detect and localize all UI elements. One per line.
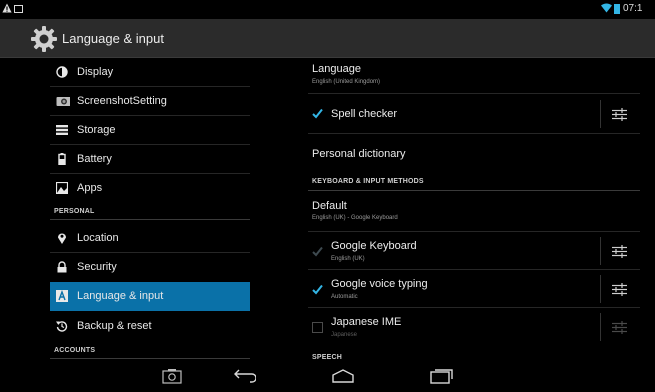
setting-title: Google voice typing — [331, 278, 428, 290]
vertical-divider — [600, 313, 601, 341]
display-icon — [56, 66, 68, 78]
section-header-keyboard: KEYBOARD & INPUT METHODS — [312, 178, 424, 185]
section-divider — [308, 190, 640, 191]
section-divider — [50, 219, 250, 220]
settings-gear-icon[interactable] — [30, 25, 58, 53]
warning-icon — [2, 3, 12, 13]
backup-icon — [56, 321, 68, 332]
sidebar-item-label: ScreenshotSetting — [77, 95, 167, 107]
home-icon[interactable] — [330, 366, 356, 386]
sidebar-item-label: Display — [77, 66, 114, 78]
sliders-icon[interactable] — [612, 283, 627, 296]
setting-title: Spell checker — [331, 108, 398, 120]
sidebar-item-label: Apps — [77, 182, 103, 194]
checkbox-unchecked-icon[interactable] — [312, 322, 323, 333]
camera-icon — [56, 97, 70, 106]
sidebar-item-storage[interactable]: Storage — [50, 116, 250, 145]
setting-summary: English (UK) — [331, 256, 365, 262]
sidebar-item-display[interactable]: Display — [50, 58, 250, 87]
language-setting[interactable]: Language English (United Kingdom) — [308, 58, 640, 94]
sliders-icon[interactable] — [612, 108, 627, 121]
lock-icon — [57, 261, 67, 273]
wifi-icon — [601, 3, 612, 13]
setting-summary: Automatic — [331, 294, 358, 300]
sidebar-item-label: Language & input — [77, 290, 164, 302]
navigation-bar — [0, 360, 655, 392]
settings-headers-list: Display ScreenshotSetting Storage Batter… — [50, 58, 250, 360]
action-bar: Language & input — [0, 19, 655, 58]
setting-title: Personal dictionary — [312, 148, 406, 160]
setting-title: Japanese IME — [331, 316, 402, 328]
default-keyboard-setting[interactable]: Default English (UK) - Google Keyboard — [308, 194, 640, 232]
sidebar-item-apps[interactable]: Apps — [50, 174, 250, 203]
google-voice-typing-setting[interactable]: Google voice typing Automatic — [308, 270, 640, 308]
vertical-divider — [600, 100, 601, 128]
status-bar: 07:1 — [0, 0, 655, 19]
sidebar-item-label: Storage — [77, 124, 116, 136]
vertical-divider — [600, 275, 601, 303]
sliders-disabled-icon — [612, 321, 627, 334]
notification-icon — [14, 5, 23, 13]
android-screen: 07:1 Language & input Display Screenshot… — [0, 0, 655, 392]
spell-checker-setting[interactable]: Spell checker — [308, 94, 640, 134]
section-header-personal: PERSONAL — [54, 208, 95, 215]
sidebar-item-label: Backup & reset — [77, 320, 152, 332]
storage-icon — [56, 125, 68, 135]
checkbox-checked-disabled-icon — [312, 246, 323, 257]
sidebar-item-security[interactable]: Security — [50, 253, 250, 282]
recent-apps-icon[interactable] — [428, 366, 454, 386]
sidebar-item-backup-reset[interactable]: Backup & reset — [50, 312, 250, 341]
sidebar-item-screenshot-setting[interactable]: ScreenshotSetting — [50, 87, 250, 116]
sliders-icon[interactable] — [612, 245, 627, 258]
setting-summary: Japanese — [331, 332, 358, 338]
battery-icon — [614, 4, 620, 14]
checkbox-checked-icon[interactable] — [312, 108, 323, 119]
vertical-divider — [600, 237, 601, 265]
sidebar-item-label: Location — [77, 232, 119, 244]
back-icon[interactable] — [230, 366, 256, 386]
sidebar-item-label: Security — [77, 261, 117, 273]
sidebar-item-location[interactable]: Location — [50, 224, 250, 253]
battery-icon — [58, 153, 66, 165]
language-input-settings: Language English (United Kingdom) Spell … — [308, 58, 640, 361]
setting-summary: English (United Kingdom) — [312, 79, 381, 85]
section-header-accounts: ACCOUNTS — [54, 347, 96, 354]
personal-dictionary-setting[interactable]: Personal dictionary — [308, 134, 640, 170]
sidebar-item-battery[interactable]: Battery — [50, 145, 250, 174]
setting-title: Default — [312, 200, 347, 212]
screenshot-icon[interactable] — [159, 366, 185, 386]
setting-title: Language — [312, 63, 361, 75]
google-keyboard-setting[interactable]: Google Keyboard English (UK) — [308, 232, 640, 270]
japanese-ime-setting[interactable]: Japanese IME Japanese — [308, 308, 640, 346]
checkbox-checked-icon[interactable] — [312, 284, 323, 295]
setting-title: Google Keyboard — [331, 240, 417, 252]
sidebar-item-language-input[interactable]: Language & input — [50, 282, 250, 311]
sidebar-item-label: Battery — [77, 153, 112, 165]
apps-icon — [56, 182, 68, 194]
setting-summary: English (UK) - Google Keyboard — [312, 215, 398, 221]
location-pin-icon — [58, 233, 66, 244]
clock: 07:1 — [623, 3, 643, 14]
language-icon — [56, 290, 68, 302]
page-title: Language & input — [62, 31, 164, 46]
section-divider — [50, 358, 250, 359]
